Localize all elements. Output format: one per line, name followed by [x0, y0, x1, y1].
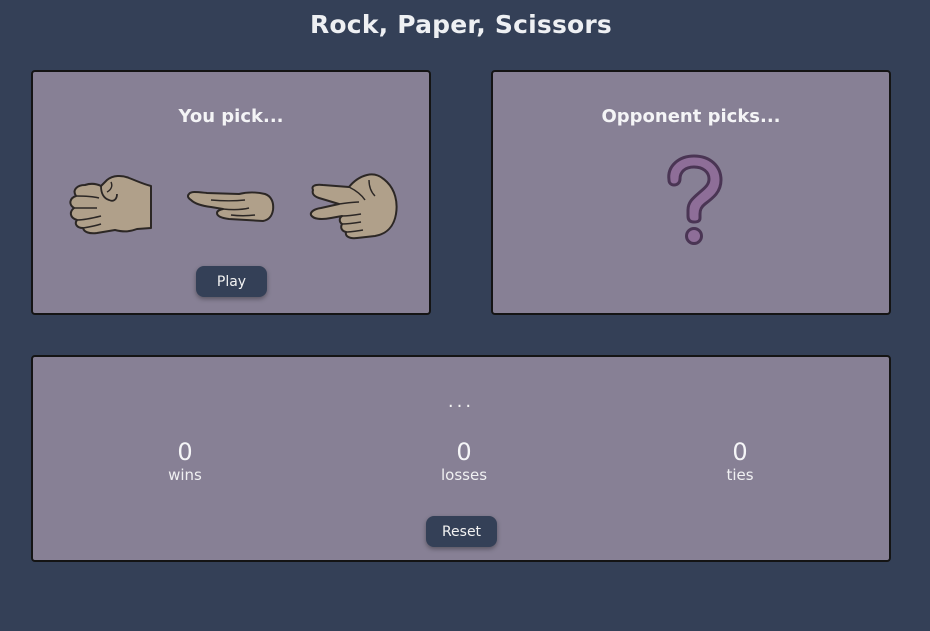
ties-label: ties	[726, 466, 754, 484]
ties-count: 0	[732, 438, 748, 466]
paper-hand-icon[interactable]	[187, 186, 275, 226]
score-panel: ... 0 wins 0 losses 0 ties Reset	[31, 355, 891, 562]
losses-count: 0	[456, 438, 472, 466]
losses-stat: 0 losses	[414, 437, 514, 483]
scissors-hand-icon[interactable]	[309, 172, 399, 240]
ties-stat: 0 ties	[690, 437, 790, 483]
hand-choices	[33, 170, 429, 240]
opponent-pick-panel: Opponent picks...	[491, 70, 891, 315]
wins-count: 0	[177, 438, 193, 466]
rock-hand-icon[interactable]	[67, 172, 153, 238]
reset-button[interactable]: Reset	[426, 516, 497, 547]
player-pick-heading: You pick...	[178, 106, 284, 127]
losses-label: losses	[440, 466, 488, 484]
wins-label: wins	[168, 466, 202, 484]
result-status: ...	[447, 391, 475, 412]
opponent-pick-heading: Opponent picks...	[601, 106, 781, 127]
question-mark-icon	[667, 154, 723, 245]
player-pick-panel: You pick... Play	[31, 70, 431, 315]
wins-stat: 0 wins	[135, 437, 235, 483]
page-title: Rock, Paper, Scissors	[309, 10, 613, 39]
play-button[interactable]: Play	[196, 266, 267, 297]
